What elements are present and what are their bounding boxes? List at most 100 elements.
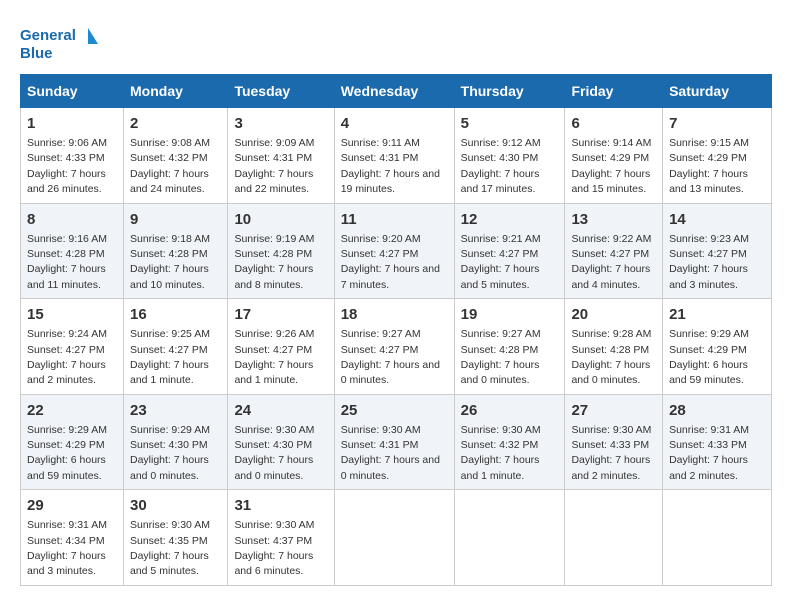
calendar-cell: 14Sunrise: 9:23 AMSunset: 4:27 PMDayligh…	[663, 203, 772, 299]
day-info: Sunrise: 9:20 AMSunset: 4:27 PMDaylight:…	[341, 233, 440, 291]
calendar-cell: 31 Sunrise: 9:30 AMSunset: 4:37 PMDayligh…	[228, 490, 334, 586]
day-info: Sunrise: 9:30 AMSunset: 4:30 PMDaylight:…	[234, 424, 314, 482]
calendar-cell: 3 Sunrise: 9:09 AMSunset: 4:31 PMDaylight…	[228, 108, 334, 204]
day-number: 1	[27, 113, 117, 134]
day-number: 3	[234, 113, 327, 134]
header-row: SundayMondayTuesdayWednesdayThursdayFrid…	[21, 75, 772, 108]
day-number: 16	[130, 304, 221, 325]
day-info: Sunrise: 9:31 AMSunset: 4:34 PMDaylight:…	[27, 519, 107, 577]
day-info: Sunrise: 9:22 AMSunset: 4:27 PMDaylight:…	[571, 233, 651, 291]
day-info: Sunrise: 9:29 AMSunset: 4:30 PMDaylight:…	[130, 424, 210, 482]
calendar-cell: 19 Sunrise: 9:27 AMSunset: 4:28 PMDayligh…	[454, 299, 565, 395]
header-cell-saturday: Saturday	[663, 75, 772, 108]
day-info: Sunrise: 9:30 AMSunset: 4:33 PMDaylight:…	[571, 424, 651, 482]
calendar-table: SundayMondayTuesdayWednesdayThursdayFrid…	[20, 74, 772, 586]
calendar-cell: 26Sunrise: 9:30 AMSunset: 4:32 PMDayligh…	[454, 394, 565, 490]
day-info: Sunrise: 9:30 AMSunset: 4:31 PMDaylight:…	[341, 424, 440, 482]
day-number: 22	[27, 400, 117, 421]
day-number: 23	[130, 400, 221, 421]
day-info: Sunrise: 9:30 AMSunset: 4:35 PMDaylight:…	[130, 519, 210, 577]
day-info: Sunrise: 9:30 AMSunset: 4:37 PMDaylight:…	[234, 519, 314, 577]
day-number: 2	[130, 113, 221, 134]
day-number: 25	[341, 400, 448, 421]
logo-svg: General Blue	[20, 20, 100, 64]
day-number: 9	[130, 209, 221, 230]
day-number: 11	[341, 209, 448, 230]
day-info: Sunrise: 9:06 AMSunset: 4:33 PMDaylight:…	[27, 137, 107, 195]
day-number: 13	[571, 209, 656, 230]
day-number: 26	[461, 400, 559, 421]
calendar-cell: 5 Sunrise: 9:12 AMSunset: 4:30 PMDaylight…	[454, 108, 565, 204]
calendar-cell: 17 Sunrise: 9:26 AMSunset: 4:27 PMDayligh…	[228, 299, 334, 395]
logo: General Blue	[20, 20, 100, 64]
calendar-cell: 21 Sunrise: 9:29 AMSunset: 4:29 PMDayligh…	[663, 299, 772, 395]
day-number: 21	[669, 304, 765, 325]
page-header: General Blue	[20, 20, 772, 64]
day-info: Sunrise: 9:08 AMSunset: 4:32 PMDaylight:…	[130, 137, 210, 195]
day-number: 17	[234, 304, 327, 325]
calendar-cell: 20 Sunrise: 9:28 AMSunset: 4:28 PMDayligh…	[565, 299, 663, 395]
day-info: Sunrise: 9:19 AMSunset: 4:28 PMDaylight:…	[234, 233, 314, 291]
calendar-cell	[454, 490, 565, 586]
calendar-cell	[565, 490, 663, 586]
day-number: 7	[669, 113, 765, 134]
calendar-cell: 22Sunrise: 9:29 AMSunset: 4:29 PMDayligh…	[21, 394, 124, 490]
day-number: 19	[461, 304, 559, 325]
day-number: 28	[669, 400, 765, 421]
calendar-cell: 11 Sunrise: 9:20 AMSunset: 4:27 PMDayligh…	[334, 203, 454, 299]
header-cell-tuesday: Tuesday	[228, 75, 334, 108]
week-row-4: 22Sunrise: 9:29 AMSunset: 4:29 PMDayligh…	[21, 394, 772, 490]
day-number: 30	[130, 495, 221, 516]
calendar-cell: 16 Sunrise: 9:25 AMSunset: 4:27 PMDayligh…	[124, 299, 228, 395]
day-number: 20	[571, 304, 656, 325]
calendar-cell	[334, 490, 454, 586]
header-cell-monday: Monday	[124, 75, 228, 108]
day-info: Sunrise: 9:25 AMSunset: 4:27 PMDaylight:…	[130, 328, 210, 386]
day-info: Sunrise: 9:28 AMSunset: 4:28 PMDaylight:…	[571, 328, 651, 386]
day-info: Sunrise: 9:27 AMSunset: 4:28 PMDaylight:…	[461, 328, 541, 386]
day-number: 14	[669, 209, 765, 230]
header-cell-friday: Friday	[565, 75, 663, 108]
day-info: Sunrise: 9:09 AMSunset: 4:31 PMDaylight:…	[234, 137, 314, 195]
day-info: Sunrise: 9:18 AMSunset: 4:28 PMDaylight:…	[130, 233, 210, 291]
svg-text:General: General	[20, 27, 76, 44]
day-number: 24	[234, 400, 327, 421]
week-row-3: 15Sunrise: 9:24 AMSunset: 4:27 PMDayligh…	[21, 299, 772, 395]
day-info: Sunrise: 9:14 AMSunset: 4:29 PMDaylight:…	[571, 137, 651, 195]
day-info: Sunrise: 9:27 AMSunset: 4:27 PMDaylight:…	[341, 328, 440, 386]
calendar-cell: 24 Sunrise: 9:30 AMSunset: 4:30 PMDayligh…	[228, 394, 334, 490]
day-info: Sunrise: 9:15 AMSunset: 4:29 PMDaylight:…	[669, 137, 749, 195]
calendar-cell: 12Sunrise: 9:21 AMSunset: 4:27 PMDayligh…	[454, 203, 565, 299]
day-number: 27	[571, 400, 656, 421]
calendar-cell: 9 Sunrise: 9:18 AMSunset: 4:28 PMDaylight…	[124, 203, 228, 299]
calendar-cell: 7 Sunrise: 9:15 AMSunset: 4:29 PMDaylight…	[663, 108, 772, 204]
day-info: Sunrise: 9:29 AMSunset: 4:29 PMDaylight:…	[669, 328, 749, 386]
day-info: Sunrise: 9:26 AMSunset: 4:27 PMDaylight:…	[234, 328, 314, 386]
day-info: Sunrise: 9:12 AMSunset: 4:30 PMDaylight:…	[461, 137, 541, 195]
calendar-cell: 15Sunrise: 9:24 AMSunset: 4:27 PMDayligh…	[21, 299, 124, 395]
calendar-cell: 10 Sunrise: 9:19 AMSunset: 4:28 PMDayligh…	[228, 203, 334, 299]
calendar-cell: 30 Sunrise: 9:30 AMSunset: 4:35 PMDayligh…	[124, 490, 228, 586]
week-row-5: 29 Sunrise: 9:31 AMSunset: 4:34 PMDayligh…	[21, 490, 772, 586]
header-cell-sunday: Sunday	[21, 75, 124, 108]
day-number: 29	[27, 495, 117, 516]
day-number: 10	[234, 209, 327, 230]
week-row-2: 8Sunrise: 9:16 AMSunset: 4:28 PMDaylight…	[21, 203, 772, 299]
day-number: 5	[461, 113, 559, 134]
week-row-1: 1 Sunrise: 9:06 AMSunset: 4:33 PMDaylight…	[21, 108, 772, 204]
calendar-cell: 18Sunrise: 9:27 AMSunset: 4:27 PMDayligh…	[334, 299, 454, 395]
day-number: 12	[461, 209, 559, 230]
calendar-cell: 28 Sunrise: 9:31 AMSunset: 4:33 PMDayligh…	[663, 394, 772, 490]
header-cell-wednesday: Wednesday	[334, 75, 454, 108]
calendar-cell: 6Sunrise: 9:14 AMSunset: 4:29 PMDaylight…	[565, 108, 663, 204]
day-info: Sunrise: 9:24 AMSunset: 4:27 PMDaylight:…	[27, 328, 107, 386]
day-number: 8	[27, 209, 117, 230]
day-info: Sunrise: 9:31 AMSunset: 4:33 PMDaylight:…	[669, 424, 749, 482]
header-cell-thursday: Thursday	[454, 75, 565, 108]
calendar-cell: 2 Sunrise: 9:08 AMSunset: 4:32 PMDaylight…	[124, 108, 228, 204]
svg-text:Blue: Blue	[20, 45, 53, 62]
day-number: 31	[234, 495, 327, 516]
calendar-cell: 23 Sunrise: 9:29 AMSunset: 4:30 PMDayligh…	[124, 394, 228, 490]
calendar-cell: 8Sunrise: 9:16 AMSunset: 4:28 PMDaylight…	[21, 203, 124, 299]
day-number: 4	[341, 113, 448, 134]
